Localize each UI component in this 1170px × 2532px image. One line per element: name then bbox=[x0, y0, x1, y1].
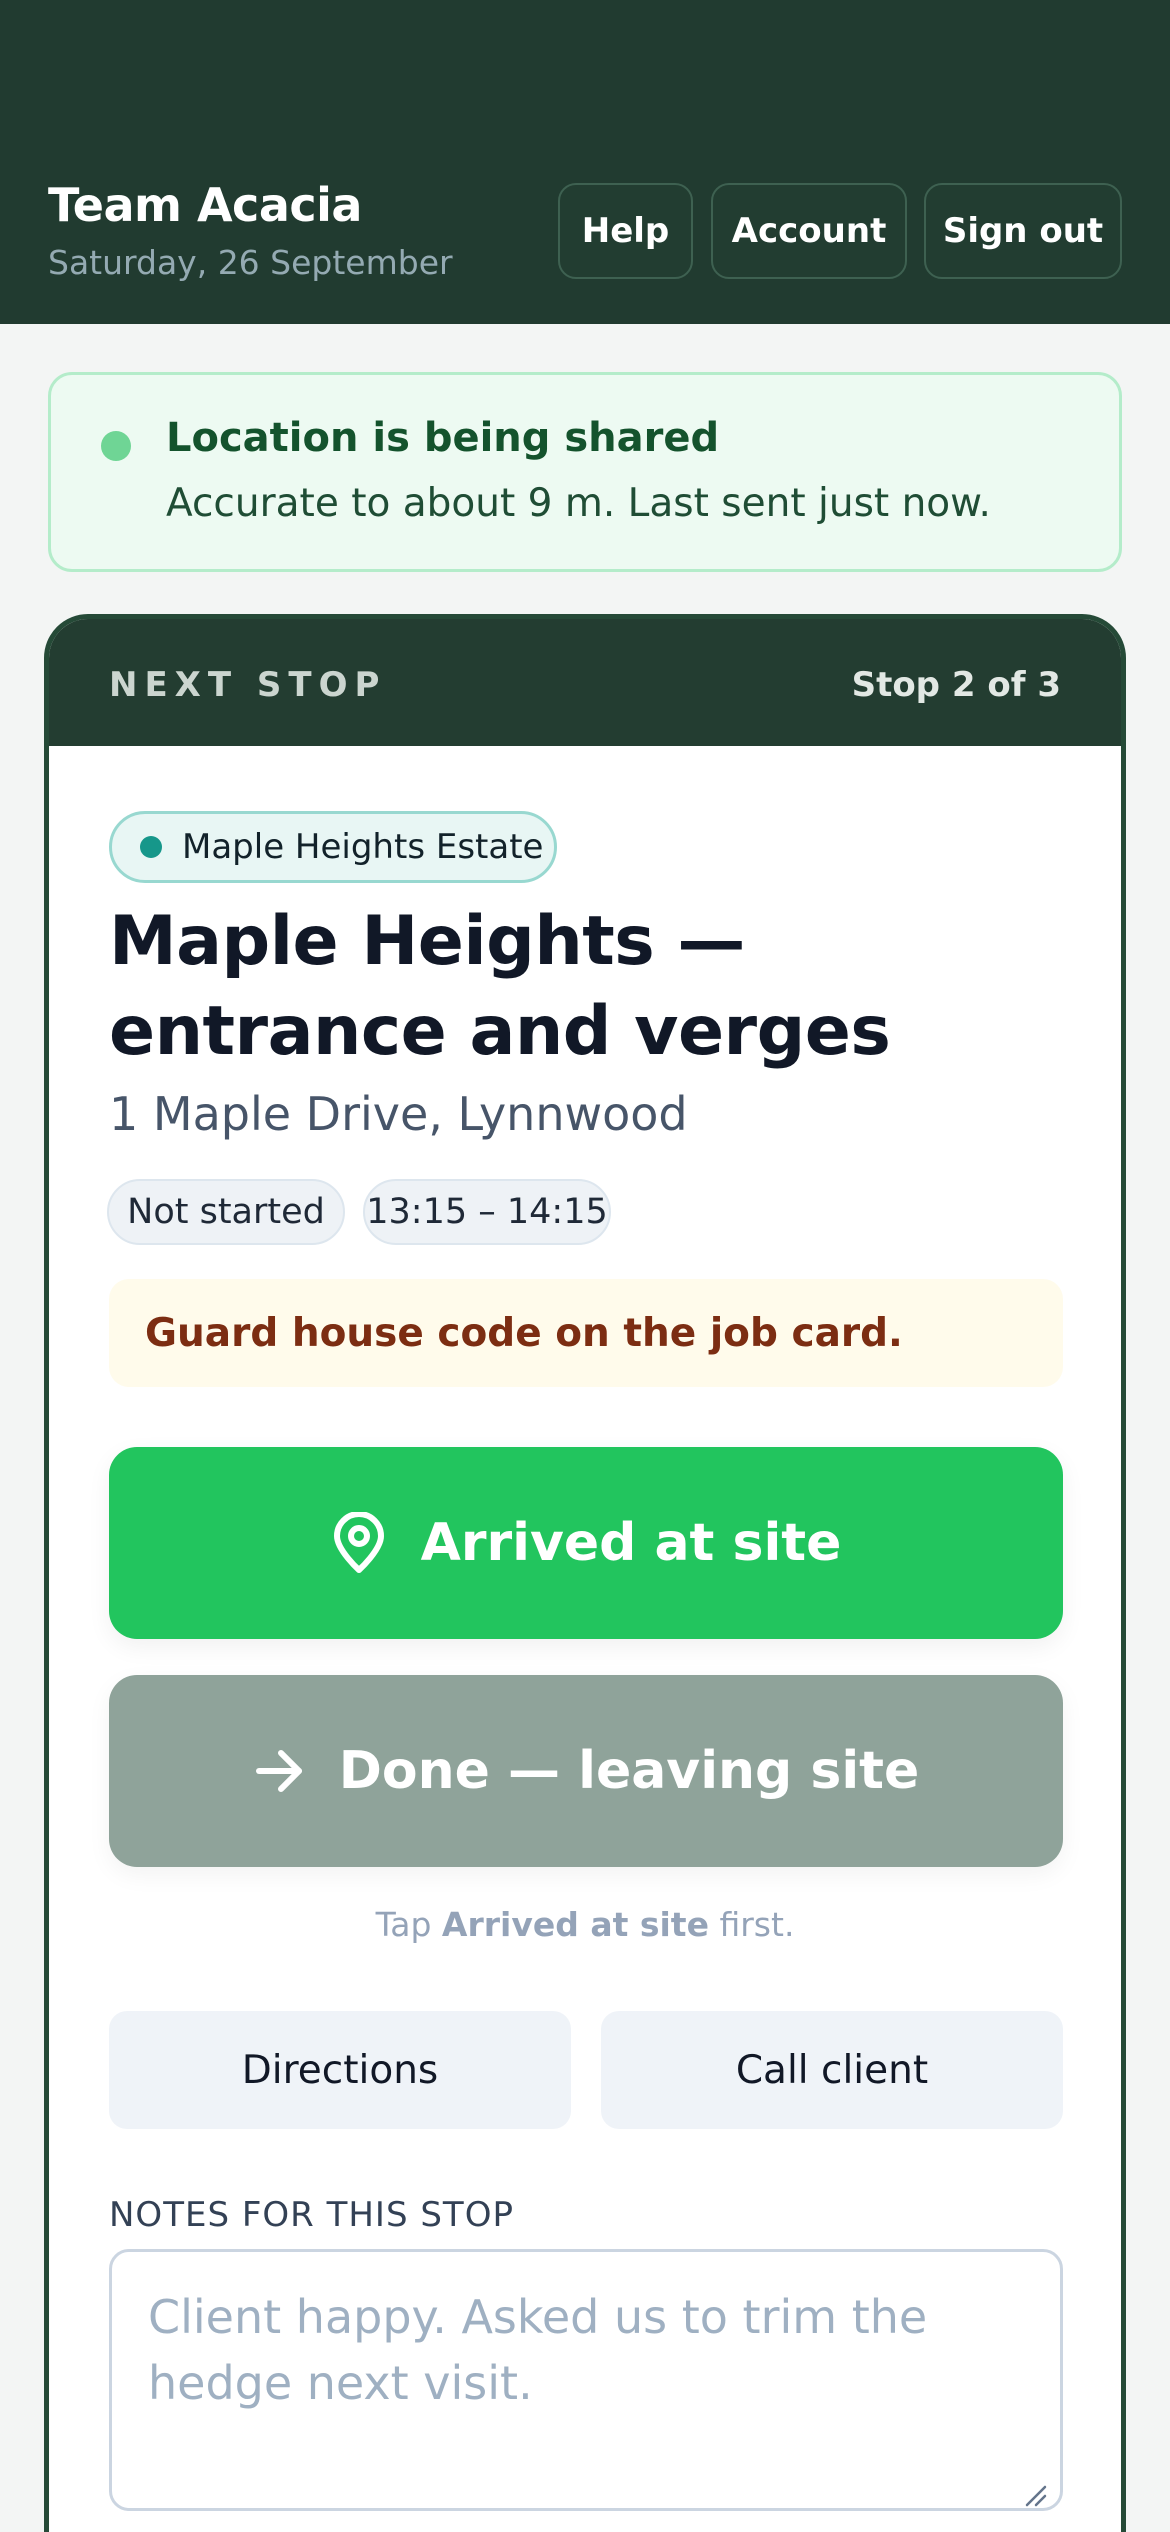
stop-progress: Stop 2 of 3 bbox=[851, 665, 1061, 705]
next-stop-label: NEXT STOP bbox=[109, 665, 387, 705]
estate-name: Maple Heights Estate bbox=[182, 827, 544, 867]
status-badge: Not started bbox=[107, 1179, 345, 1245]
location-status-title: Location is being shared bbox=[166, 415, 720, 461]
current-date: Saturday, 26 September bbox=[48, 243, 453, 282]
next-stop-card: NEXT STOP Stop 2 of 3 Maple Heights Esta… bbox=[44, 614, 1126, 2532]
action-hint: Tap Arrived at site first. bbox=[49, 1905, 1121, 1944]
arrived-at-site-button[interactable]: Arrived at site bbox=[109, 1447, 1063, 1639]
hint-emphasis: Arrived at site bbox=[441, 1905, 709, 1944]
next-stop-header: NEXT STOP Stop 2 of 3 bbox=[49, 619, 1121, 746]
done-leaving-site-label: Done — leaving site bbox=[338, 1741, 920, 1801]
time-window-badge: 13:15 – 14:15 bbox=[363, 1179, 611, 1245]
arrived-at-site-label: Arrived at site bbox=[420, 1513, 842, 1573]
estate-dot-icon bbox=[140, 836, 162, 858]
location-status-dot bbox=[101, 431, 131, 461]
stop-title: Maple Heights — entrance and verges bbox=[109, 902, 891, 1071]
notes-label: NOTES FOR THIS STOP bbox=[109, 2195, 514, 2235]
site-note: Guard house code on the job card. bbox=[109, 1279, 1063, 1387]
stop-notes-field[interactable] bbox=[109, 2249, 1063, 2511]
location-status-detail: Accurate to about 9 m. Last sent just no… bbox=[166, 481, 991, 526]
stop-address: 1 Maple Drive, Lynnwood bbox=[109, 1087, 688, 1141]
top-bar: Team Acacia Saturday, 26 September Help … bbox=[0, 0, 1170, 324]
arrow-right-icon bbox=[253, 1749, 305, 1793]
call-client-button[interactable]: Call client bbox=[601, 2011, 1063, 2129]
resize-handle-icon[interactable] bbox=[1021, 2481, 1047, 2507]
team-name: Team Acacia bbox=[48, 178, 362, 232]
done-leaving-site-button[interactable]: Done — leaving site bbox=[109, 1675, 1063, 1867]
estate-badge: Maple Heights Estate bbox=[109, 811, 557, 883]
sign-out-button[interactable]: Sign out bbox=[924, 183, 1122, 279]
location-sharing-banner: Location is being shared Accurate to abo… bbox=[48, 372, 1122, 572]
directions-button[interactable]: Directions bbox=[109, 2011, 571, 2129]
account-button[interactable]: Account bbox=[711, 183, 907, 279]
map-pin-icon bbox=[331, 1512, 387, 1574]
hint-suffix: first. bbox=[708, 1905, 795, 1944]
hint-prefix: Tap bbox=[375, 1905, 442, 1944]
help-button[interactable]: Help bbox=[558, 183, 693, 279]
